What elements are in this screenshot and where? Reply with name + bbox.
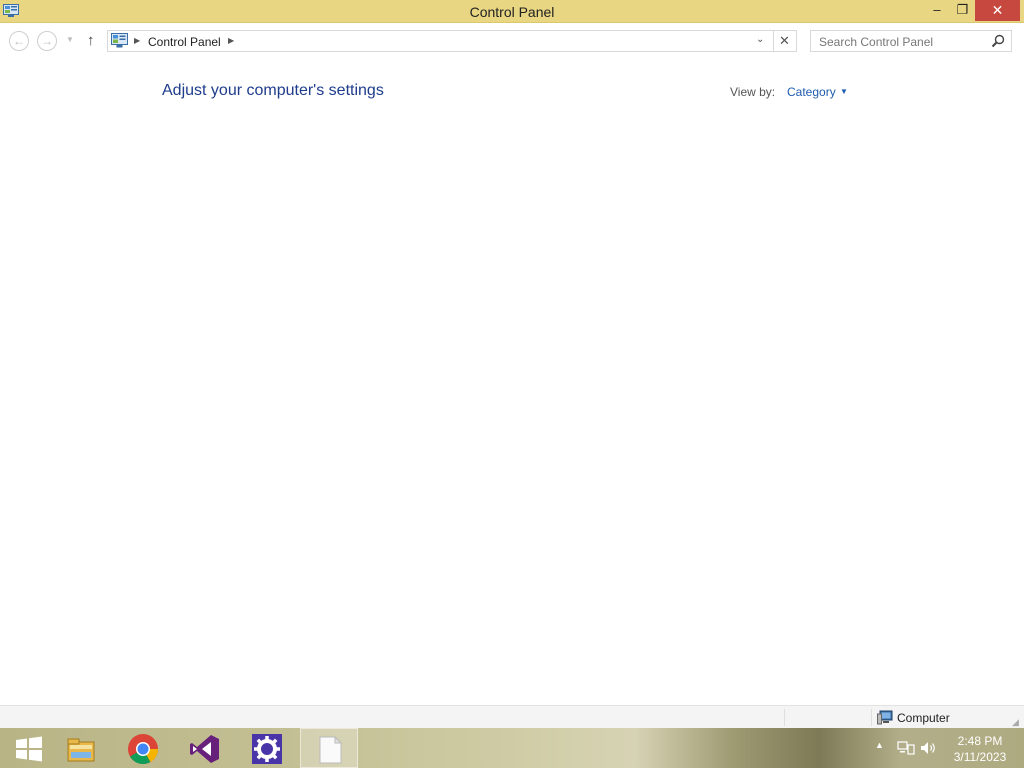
taskbar-chrome[interactable] bbox=[114, 728, 172, 768]
resize-grip-icon[interactable]: ◢ bbox=[1012, 717, 1019, 728]
forward-arrow-icon[interactable]: → bbox=[37, 31, 57, 51]
chrome-icon bbox=[128, 734, 158, 765]
taskbar-settings[interactable] bbox=[238, 728, 296, 768]
chevron-down-icon[interactable]: ⌄ bbox=[756, 34, 764, 45]
status-divider bbox=[784, 709, 785, 726]
network-icon[interactable] bbox=[897, 741, 915, 755]
windows-logo-icon bbox=[16, 736, 42, 762]
chevron-right-icon[interactable]: ▶ bbox=[134, 34, 140, 48]
clear-address-button[interactable]: ✕ bbox=[773, 30, 797, 52]
navigation-bar: ← → ▼ ↑ ▶ Control Panel ▶ ⌄ ✕ Search Con… bbox=[0, 24, 1024, 58]
title-bar[interactable]: Control Panel – ❐ ✕ bbox=[0, 0, 1024, 23]
close-button[interactable]: ✕ bbox=[975, 0, 1020, 21]
computer-icon bbox=[877, 710, 893, 725]
view-by-dropdown[interactable]: Category bbox=[787, 85, 836, 99]
view-by-label: View by: bbox=[730, 85, 776, 99]
start-button[interactable] bbox=[0, 728, 58, 768]
chevron-right-icon[interactable]: ▶ bbox=[228, 34, 234, 48]
chevron-down-icon[interactable]: ▼ bbox=[840, 87, 848, 96]
blank-document-icon bbox=[319, 735, 343, 764]
up-arrow-icon[interactable]: ↑ bbox=[87, 32, 95, 49]
chevron-up-icon[interactable]: ▲ bbox=[875, 740, 884, 780]
back-arrow-icon[interactable]: ← bbox=[9, 31, 29, 51]
minimize-button[interactable]: – bbox=[924, 0, 950, 21]
taskbar-file-explorer[interactable] bbox=[52, 728, 110, 768]
taskbar-notepad[interactable] bbox=[300, 728, 358, 768]
recent-locations-icon[interactable]: ▼ bbox=[66, 35, 74, 44]
search-box[interactable]: Search Control Panel bbox=[810, 30, 1012, 52]
page-title: Adjust your computer's settings bbox=[162, 82, 384, 99]
search-icon[interactable] bbox=[991, 34, 1005, 48]
maximize-button[interactable]: ❐ bbox=[950, 0, 975, 21]
gear-icon bbox=[252, 734, 282, 764]
breadcrumb-control-panel[interactable]: Control Panel bbox=[148, 35, 221, 49]
folder-icon bbox=[67, 738, 95, 762]
control-panel-window: Control Panel – ❐ ✕ ← → ▼ ↑ ▶ Control Pa… bbox=[0, 0, 1024, 728]
window-title: Control Panel bbox=[469, 4, 555, 20]
search-input[interactable]: Search Control Panel bbox=[819, 35, 933, 49]
status-bar: Computer ◢ bbox=[0, 705, 1024, 728]
taskbar-visual-studio[interactable] bbox=[176, 728, 234, 768]
address-bar[interactable]: ▶ Control Panel ▶ ⌄ bbox=[107, 30, 774, 52]
control-panel-icon bbox=[111, 33, 128, 48]
volume-icon[interactable] bbox=[920, 741, 938, 755]
visual-studio-icon bbox=[190, 735, 219, 763]
clock-time: 2:48 PM bbox=[957, 734, 1003, 748]
taskbar: ▲ 2:48 PM 3/11/2023 bbox=[0, 728, 1024, 768]
clock-date: 3/11/2023 bbox=[953, 750, 1007, 764]
system-clock[interactable]: 2:48 PM 3/11/2023 bbox=[946, 733, 1014, 765]
status-divider bbox=[871, 709, 872, 726]
status-zone-label: Computer bbox=[897, 711, 950, 725]
